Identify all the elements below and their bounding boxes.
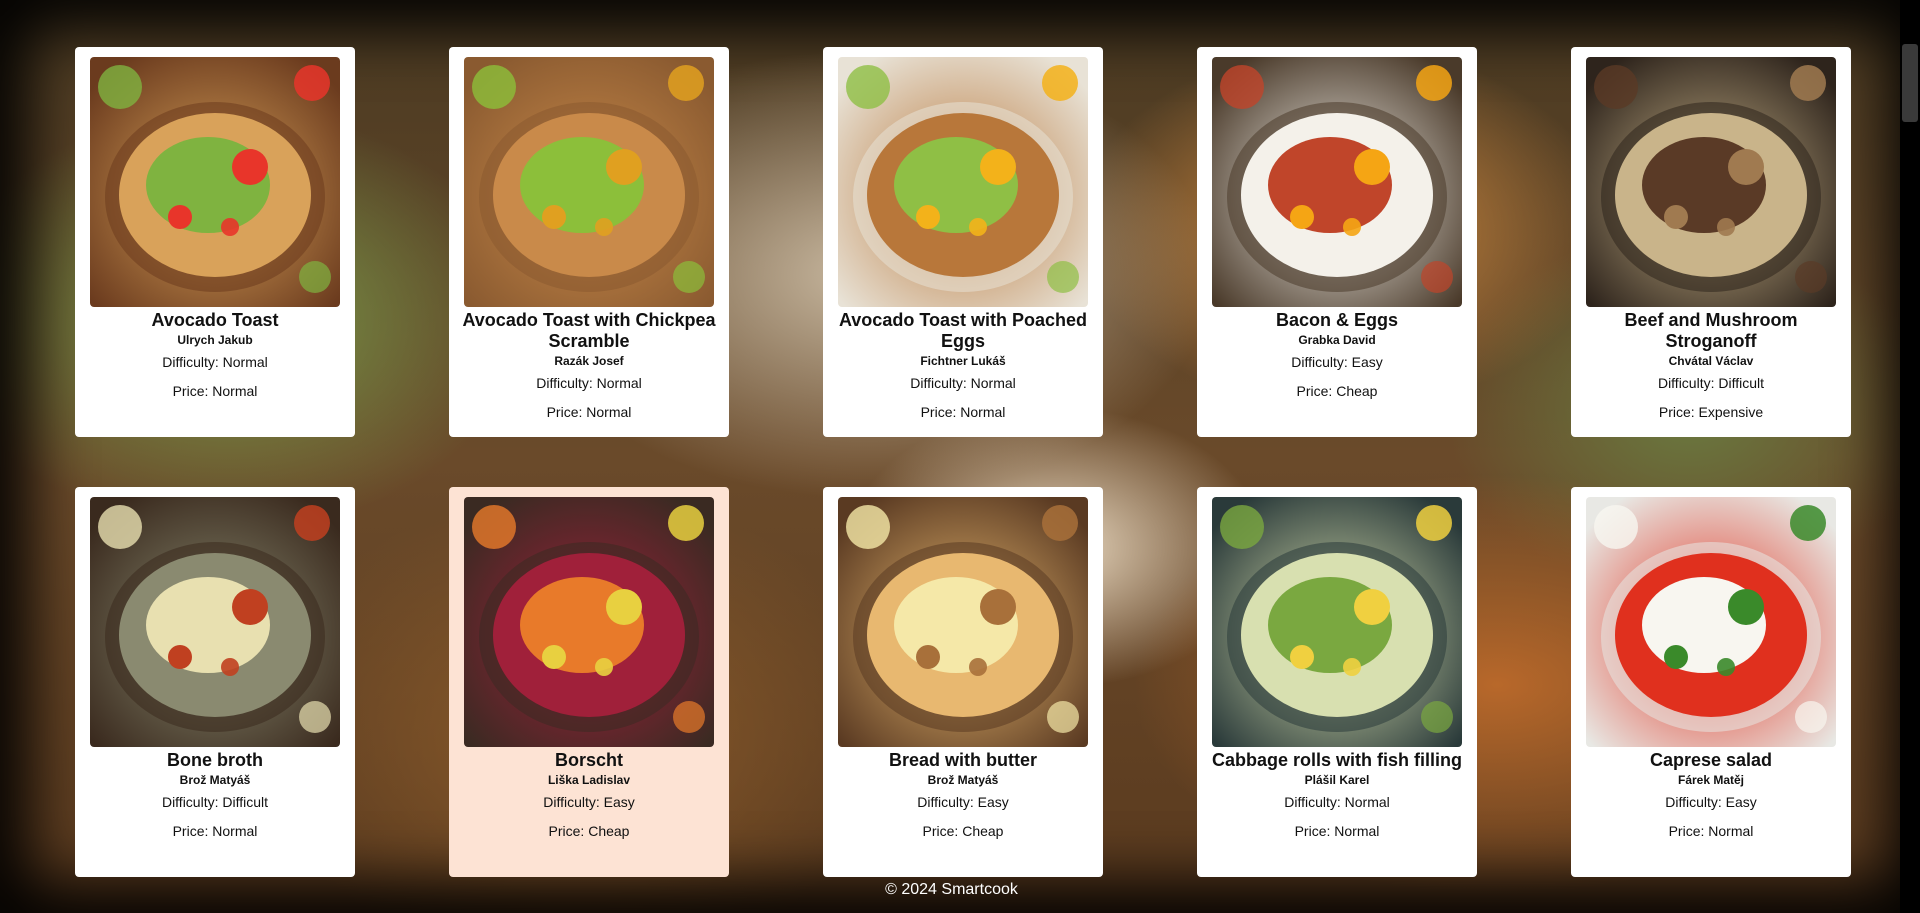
recipe-difficulty: Difficulty: Normal (162, 354, 268, 370)
recipe-author: Brož Matyáš (927, 773, 999, 787)
recipe-card[interactable]: Avocado Toast with Chickpea Scramble Razá… (449, 47, 729, 437)
recipe-info: Cabbage rolls with fish filling Plášil Ka… (1203, 750, 1471, 840)
recipe-difficulty: Difficulty: Easy (1665, 794, 1757, 810)
recipe-card[interactable]: Beef and Mushroom Stroganoff Chvátal Václ… (1571, 47, 1851, 437)
recipe-price: Price: Normal (920, 404, 1006, 420)
bread-with-butter-image[interactable] (838, 497, 1088, 747)
recipe-price: Price: Cheap (548, 823, 630, 839)
recipe-info: Caprese salad Fárek Matěj Difficulty: Easy… (1577, 750, 1845, 840)
recipe-title[interactable]: Avocado Toast (81, 310, 349, 331)
recipe-price: Price: Normal (172, 383, 258, 399)
beef-stroganoff-image[interactable] (1586, 57, 1836, 307)
recipe-author: Ulrych Jakub (177, 333, 253, 347)
recipe-price: Price: Normal (1294, 823, 1380, 839)
recipe-card[interactable]: Caprese salad Fárek Matěj Difficulty: Easy… (1571, 487, 1851, 877)
recipe-author: Plášil Karel (1304, 773, 1370, 787)
recipe-title[interactable]: Avocado Toast with Chickpea Scramble (455, 310, 723, 352)
recipe-price: Price: Expensive (1658, 404, 1764, 420)
recipe-info: Borscht Liška Ladislav Difficulty: Easy Pri… (455, 750, 723, 840)
recipe-difficulty: Difficulty: Difficult (1657, 375, 1765, 391)
recipe-price: Price: Cheap (1296, 383, 1378, 399)
recipe-price: Price: Normal (172, 823, 258, 839)
recipe-author: Chvátal Václav (1668, 354, 1754, 368)
recipe-author: Grabka David (1298, 333, 1376, 347)
recipe-card[interactable]: Bone broth Brož Matyáš Difficulty: Difficu… (75, 487, 355, 877)
avocado-toast-image[interactable] (90, 57, 340, 307)
recipe-price: Price: Cheap (922, 823, 1004, 839)
recipe-title[interactable]: Caprese salad (1577, 750, 1845, 771)
recipe-title[interactable]: Bone broth (81, 750, 349, 771)
recipe-card[interactable]: Borscht Liška Ladislav Difficulty: Easy Pri… (449, 487, 729, 877)
recipe-info: Avocado Toast with Chickpea Scramble Razá… (455, 310, 723, 421)
recipe-info: Beef and Mushroom Stroganoff Chvátal Václ… (1577, 310, 1845, 421)
avocado-toast-poached-eggs-image[interactable] (838, 57, 1088, 307)
recipe-author: Razák Josef (554, 354, 624, 368)
recipe-difficulty: Difficulty: Normal (1284, 794, 1390, 810)
recipe-info: Bone broth Brož Matyáš Difficulty: Difficu… (81, 750, 349, 840)
recipe-difficulty: Difficulty: Normal (910, 375, 1016, 391)
recipe-card[interactable]: Avocado Toast Ulrych Jakub Difficulty: Nor… (75, 47, 355, 437)
recipe-price: Price: Normal (546, 404, 632, 420)
recipe-card[interactable]: Avocado Toast with Poached Eggs Fichtner … (823, 47, 1103, 437)
cabbage-rolls-image[interactable] (1212, 497, 1462, 747)
recipe-difficulty: Difficulty: Normal (536, 375, 642, 391)
recipe-difficulty: Difficulty: Easy (917, 794, 1009, 810)
caprese-salad-image[interactable] (1586, 497, 1836, 747)
recipe-info: Avocado Toast Ulrych Jakub Difficulty: Nor… (81, 310, 349, 400)
recipe-title[interactable]: Bread with butter (829, 750, 1097, 771)
bacon-and-eggs-image[interactable] (1212, 57, 1462, 307)
borscht-image[interactable] (464, 497, 714, 747)
recipe-author: Fichtner Lukáš (920, 354, 1006, 368)
recipe-price: Price: Normal (1668, 823, 1754, 839)
bone-broth-image[interactable] (90, 497, 340, 747)
recipe-info: Avocado Toast with Poached Eggs Fichtner … (829, 310, 1097, 421)
recipe-title[interactable]: Borscht (455, 750, 723, 771)
recipe-difficulty: Difficulty: Difficult (161, 794, 269, 810)
recipe-info: Bread with butter Brož Matyáš Difficulty: … (829, 750, 1097, 840)
recipe-card[interactable]: Cabbage rolls with fish filling Plášil Ka… (1197, 487, 1477, 877)
recipe-author: Fárek Matěj (1677, 773, 1745, 787)
recipe-card[interactable]: Bacon & Eggs Grabka David Difficulty: Easy… (1197, 47, 1477, 437)
recipe-author: Liška Ladislav (547, 773, 631, 787)
recipe-difficulty: Difficulty: Easy (1291, 354, 1383, 370)
recipe-title[interactable]: Cabbage rolls with fish filling (1203, 750, 1471, 771)
recipe-difficulty: Difficulty: Easy (543, 794, 635, 810)
recipe-title[interactable]: Avocado Toast with Poached Eggs (829, 310, 1097, 352)
recipe-info: Bacon & Eggs Grabka David Difficulty: Easy… (1203, 310, 1471, 400)
avocado-toast-chickpea-image[interactable] (464, 57, 714, 307)
recipe-card[interactable]: Bread with butter Brož Matyáš Difficulty: … (823, 487, 1103, 877)
recipe-title[interactable]: Beef and Mushroom Stroganoff (1577, 310, 1845, 352)
recipe-title[interactable]: Bacon & Eggs (1203, 310, 1471, 331)
recipe-author: Brož Matyáš (179, 773, 251, 787)
scrollbar-thumb[interactable] (1902, 44, 1918, 122)
vertical-scrollbar[interactable] (1900, 0, 1920, 913)
footer-copyright: © 2024 Smartcook (885, 881, 1018, 898)
